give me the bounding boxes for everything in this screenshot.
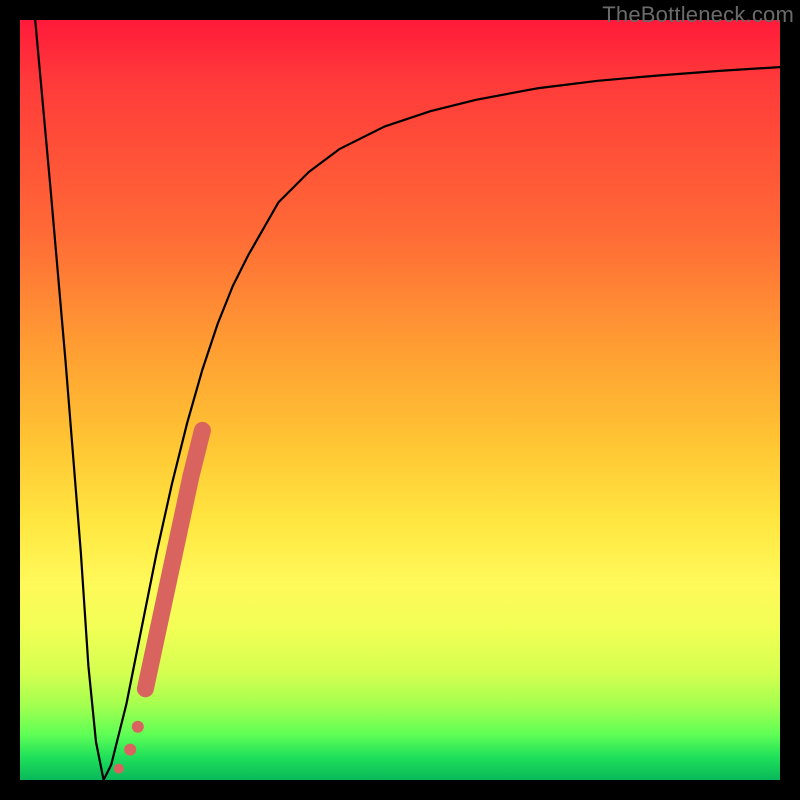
marker-cluster (114, 430, 203, 773)
marker-dot (124, 744, 136, 756)
marker-pill (145, 430, 202, 688)
chart-frame: TheBottleneck.com (0, 0, 800, 800)
marker-dot (114, 764, 124, 774)
chart-overlay (20, 20, 780, 780)
watermark-text: TheBottleneck.com (602, 2, 794, 28)
marker-dot (132, 721, 144, 733)
